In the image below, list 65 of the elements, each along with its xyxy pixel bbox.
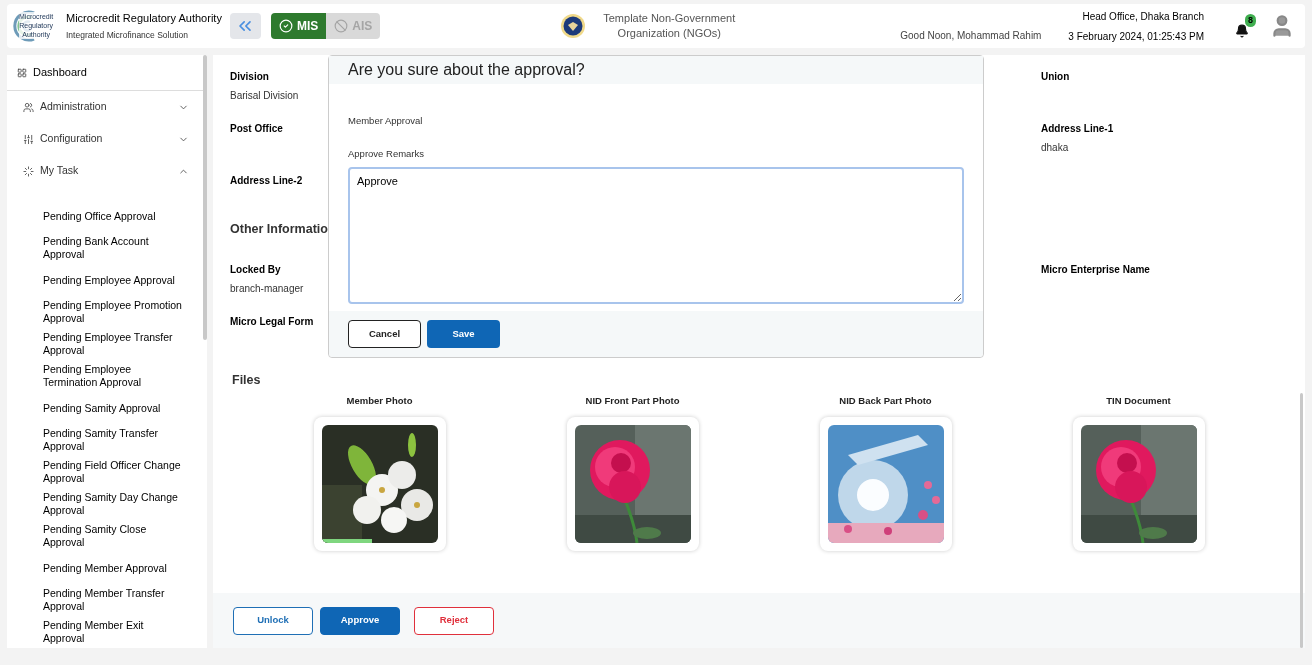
collapse-sidebar-button[interactable] (229, 13, 261, 39)
date-time: 3 February 2024, 01:25:43 PM (1068, 29, 1204, 44)
field-label: Micro Legal Form (230, 315, 314, 329)
field-label: Address Line-2 (230, 174, 303, 188)
file-label: NID Back Part Photo (839, 393, 932, 408)
greeting: Good Noon, Mohammad Rahim (900, 28, 1042, 43)
seal-icon (560, 13, 587, 39)
dialog-title: Are you sure about the approval? (348, 60, 585, 80)
remarks-field[interactable]: Approve (348, 166, 964, 304)
file-label: NID Front Part Photo (585, 393, 680, 408)
submenu-item[interactable]: Pending Employee Transfer Approval (43, 328, 183, 360)
section-heading: Other Informatio (230, 222, 328, 236)
loader-icon (23, 165, 34, 177)
field-label: Post Office (230, 122, 283, 136)
bell-icon (1235, 24, 1249, 38)
submenu-item[interactable]: Pending Samity Approval (43, 392, 183, 424)
submenu-item[interactable]: Pending Office Approval (43, 200, 183, 232)
module-tab[interactable]: MIS (270, 13, 327, 39)
field-label: Address Line-1 (1041, 122, 1114, 136)
org-subtitle: Integrated Microfinance Solution (66, 28, 189, 42)
file-label: TIN Document (1106, 393, 1171, 408)
submenu-item[interactable]: Pending Member Transfer Approval (43, 584, 183, 616)
field-value: Barisal Division (230, 89, 299, 103)
menu-item[interactable]: Administration (7, 91, 207, 123)
submenu-item[interactable]: Pending Employee Termination Approval (43, 360, 183, 392)
section-heading: Files (232, 372, 262, 389)
sliders-icon (23, 133, 34, 145)
photo-card[interactable] (1072, 417, 1205, 551)
grid-icon (17, 67, 27, 78)
submenu-item[interactable]: Pending Employee Promotion Approval (43, 296, 183, 328)
submenu-item[interactable]: Pending Field Officer Change Approval (43, 456, 183, 488)
org-name: Microcredit Regulatory Authority (66, 11, 222, 27)
notification-badge: 8 (1245, 14, 1256, 27)
action-button[interactable]: Approve (320, 606, 400, 635)
field-label: Union (1041, 70, 1070, 84)
users-icon (23, 101, 34, 113)
scrollbar[interactable] (1300, 393, 1303, 648)
photo-card[interactable] (566, 417, 699, 551)
dialog-button[interactable]: Cancel (348, 319, 421, 348)
action-button[interactable]: Reject (414, 606, 494, 635)
field-label: Division (230, 70, 269, 84)
ban-icon (334, 19, 349, 33)
check-circle-icon (278, 19, 293, 33)
dialog-button[interactable]: Save (427, 319, 500, 348)
submenu-item[interactable]: Pending Samity Transfer Approval (43, 424, 183, 456)
submenu-item[interactable]: Pending Member Approval (43, 552, 183, 584)
branch-name: Head Office, Dhaka Branch (1082, 9, 1204, 24)
field-label: Locked By (230, 263, 281, 277)
field-value: branch-manager (230, 282, 304, 296)
action-button[interactable]: Unlock (233, 606, 313, 635)
submenu-item[interactable]: Pending Employee Approval (43, 264, 183, 296)
menu-item[interactable]: Configuration (7, 123, 207, 155)
file-label: Member Photo (346, 393, 413, 408)
scrollbar[interactable] (203, 55, 207, 340)
field-label: Approve Remarks (348, 147, 426, 162)
submenu-item[interactable]: Pending Bank Account Approval (43, 232, 183, 264)
field-value: dhaka (1041, 141, 1069, 155)
menu-item[interactable]: My Task (7, 155, 207, 187)
submenu-item[interactable]: Pending Samity Day Change Approval (43, 488, 183, 520)
submenu-item[interactable]: Pending Samity Close Approval (43, 520, 183, 552)
submenu-item[interactable]: Pending Member Exit Approval (43, 616, 183, 648)
organization-name: Template Non-Government Organization (NGOs) (602, 11, 737, 41)
dialog-subject: Member Approval (348, 114, 424, 128)
field-label: Micro Enterprise Name (1041, 263, 1150, 277)
photo-card[interactable] (313, 417, 446, 551)
